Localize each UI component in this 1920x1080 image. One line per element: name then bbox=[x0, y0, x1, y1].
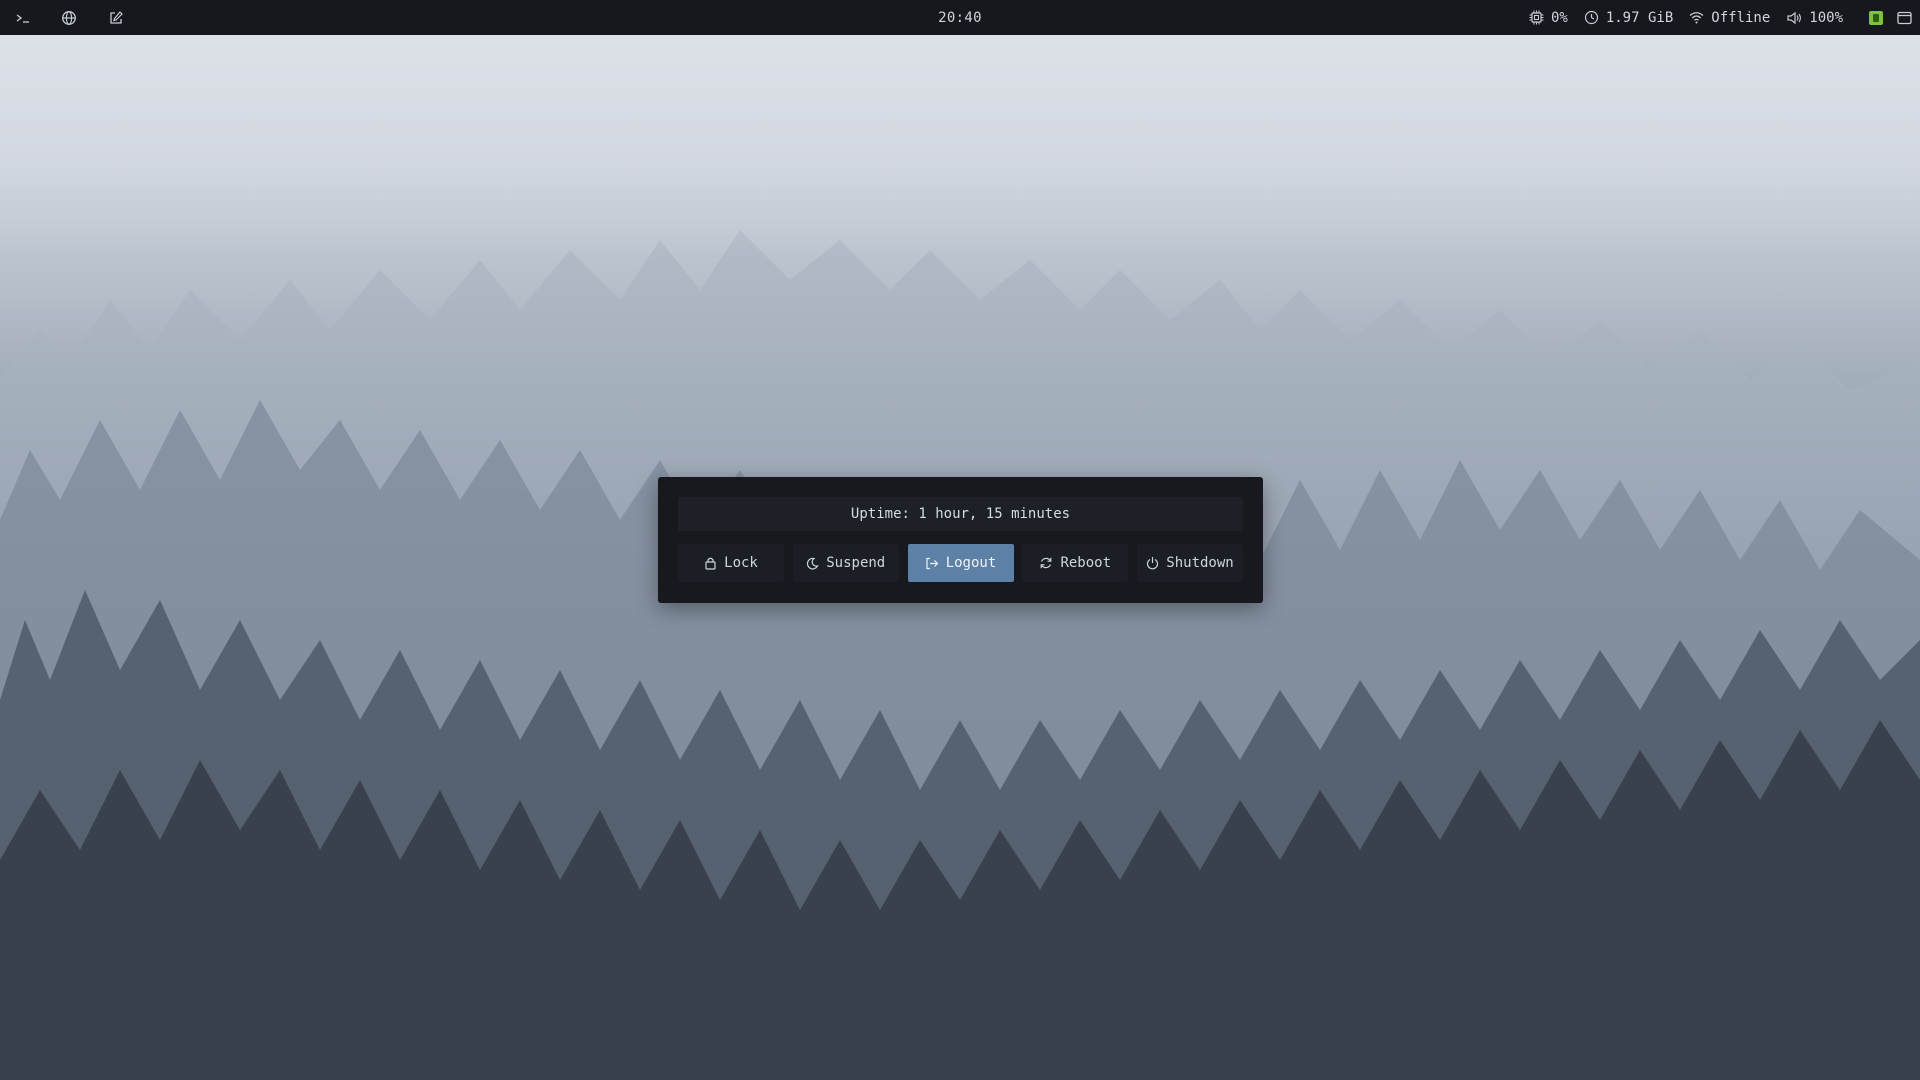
globe-icon bbox=[61, 10, 76, 25]
moon-icon bbox=[807, 557, 819, 570]
status-area: 0% 1.97 GiB Offline 100% bbox=[1529, 0, 1920, 35]
power-menu-dialog: Uptime: 1 hour, 15 minutes Lock Suspend … bbox=[658, 477, 1263, 603]
terminal-icon bbox=[16, 13, 29, 23]
clock[interactable]: 20:40 bbox=[938, 10, 982, 26]
reboot-button[interactable]: Reboot bbox=[1022, 544, 1129, 582]
wifi-icon bbox=[1689, 12, 1704, 24]
lock-icon bbox=[705, 557, 716, 570]
logout-button[interactable]: Logout bbox=[907, 544, 1014, 582]
edit-icon bbox=[109, 10, 123, 24]
tray-app-icon[interactable] bbox=[1869, 10, 1883, 25]
cpu-status[interactable]: 0% bbox=[1529, 10, 1568, 26]
network-status[interactable]: Offline bbox=[1689, 10, 1770, 26]
lock-button-label: Lock bbox=[724, 555, 758, 571]
cpu-icon bbox=[1529, 10, 1544, 25]
suspend-button[interactable]: Suspend bbox=[792, 544, 899, 582]
power-icon bbox=[1147, 557, 1159, 570]
cpu-value: 0% bbox=[1550, 9, 1568, 26]
uptime-label: Uptime: 1 hour, 15 minutes bbox=[678, 497, 1243, 531]
logout-icon bbox=[926, 557, 939, 569]
top-bar: 20:40 0% 1.97 GiB Offline 100% bbox=[0, 0, 1920, 35]
volume-status[interactable]: 100% bbox=[1786, 10, 1843, 26]
shutdown-button[interactable]: Shutdown bbox=[1137, 544, 1243, 582]
shutdown-button-label: Shutdown bbox=[1166, 555, 1234, 571]
lock-button[interactable]: Lock bbox=[678, 544, 784, 582]
suspend-button-label: Suspend bbox=[826, 555, 886, 571]
memory-clock-icon bbox=[1584, 10, 1598, 25]
reboot-icon bbox=[1041, 557, 1052, 569]
memory-status[interactable]: 1.97 GiB bbox=[1584, 10, 1673, 26]
volume-icon bbox=[1787, 11, 1802, 24]
volume-value: 100% bbox=[1809, 9, 1843, 26]
terminal-launcher-button[interactable] bbox=[0, 0, 45, 35]
network-value: Offline bbox=[1711, 9, 1771, 26]
logout-button-label: Logout bbox=[945, 555, 997, 571]
browser-launcher-button[interactable] bbox=[45, 0, 92, 35]
reboot-button-label: Reboot bbox=[1060, 555, 1112, 571]
system-tray bbox=[1869, 10, 1912, 25]
power-actions: Lock Suspend Logout Reboot Shutdown bbox=[678, 544, 1243, 582]
launcher-group bbox=[0, 0, 139, 35]
editor-launcher-button[interactable] bbox=[92, 0, 139, 35]
memory-value: 1.97 GiB bbox=[1605, 9, 1674, 26]
window-icon[interactable] bbox=[1897, 11, 1912, 25]
